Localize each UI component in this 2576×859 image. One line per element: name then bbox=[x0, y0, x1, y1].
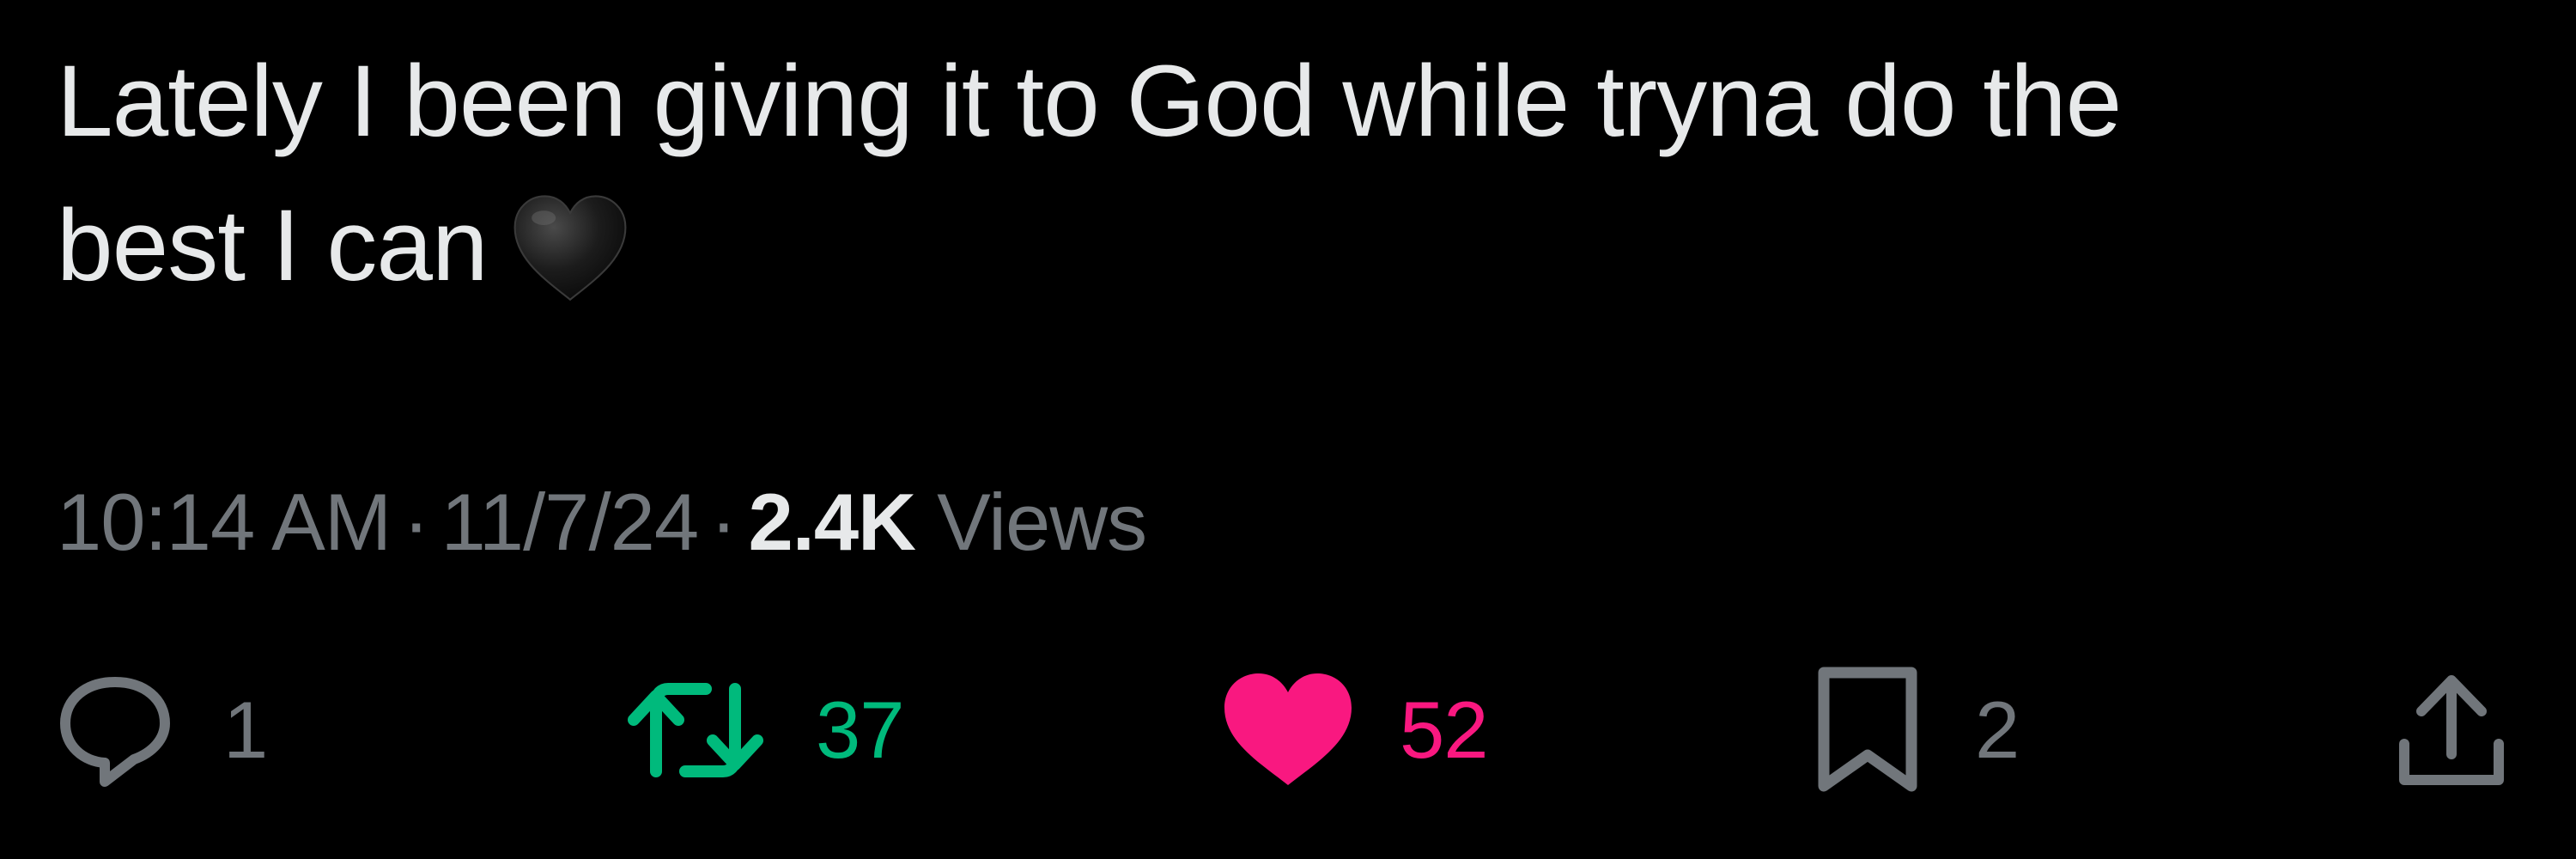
reply-button[interactable]: 1 bbox=[55, 670, 268, 790]
share-icon bbox=[2399, 675, 2504, 785]
black-heart-emoji-icon bbox=[510, 189, 630, 309]
share-button[interactable] bbox=[2396, 670, 2507, 790]
meta-separator: · bbox=[403, 477, 429, 567]
meta-separator: · bbox=[710, 477, 737, 567]
bookmark-count: 2 bbox=[1975, 685, 2020, 775]
like-count: 52 bbox=[1400, 685, 1489, 775]
tweet-time[interactable]: 10:14 AM bbox=[57, 477, 392, 567]
repost-button[interactable]: 37 bbox=[627, 670, 905, 790]
repost-icon bbox=[628, 683, 763, 777]
repost-count: 37 bbox=[816, 685, 905, 775]
tweet-text: Lately I been giving it to God while try… bbox=[57, 29, 2375, 318]
tweet-meta: 10:14 AM · 11/7/24 · 2.4K Views bbox=[57, 471, 1147, 574]
action-bar: 1 37 52 2 bbox=[0, 667, 2576, 792]
bookmark-button[interactable]: 2 bbox=[1812, 667, 2020, 792]
views-label: Views bbox=[937, 477, 1147, 567]
views-count[interactable]: 2.4K bbox=[748, 477, 916, 567]
reply-count: 1 bbox=[223, 685, 268, 775]
tweet-text-line2: best I can bbox=[57, 189, 489, 302]
tweet-date[interactable]: 11/7/24 bbox=[440, 477, 699, 567]
bookmark-icon bbox=[1818, 667, 1917, 792]
heart-icon bbox=[1224, 673, 1352, 785]
reply-icon bbox=[60, 677, 170, 787]
like-button[interactable]: 52 bbox=[1219, 670, 1489, 790]
tweet-text-line1: Lately I been giving it to God while try… bbox=[57, 45, 2122, 158]
